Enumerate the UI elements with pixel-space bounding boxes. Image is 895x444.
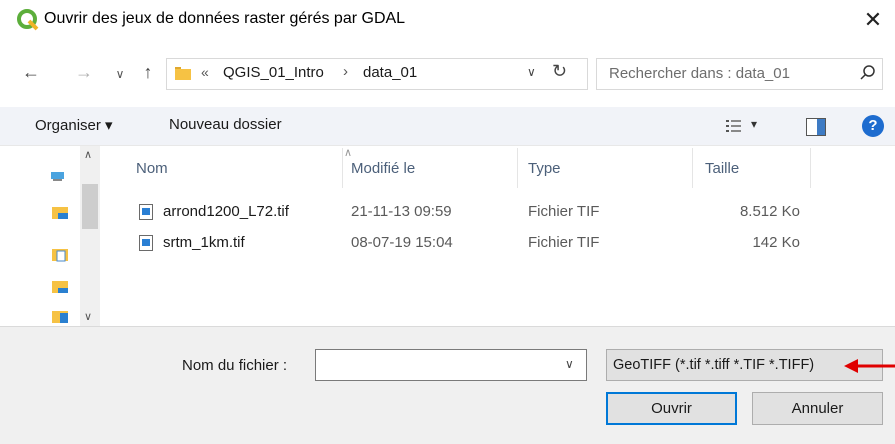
downloads-folder-icon[interactable] — [52, 278, 68, 294]
forward-arrow-icon[interactable]: → — [73, 62, 95, 83]
table-row[interactable]: arrond1200_L72.tif 21-11-13 09:59 Fichie… — [120, 199, 820, 225]
cancel-button[interactable]: Annuler — [752, 392, 883, 425]
chevron-down-icon: ▾ — [751, 117, 758, 131]
desktop-folder-icon[interactable] — [52, 204, 68, 220]
folder-icon — [175, 67, 191, 80]
breadcrumb-separator[interactable]: › — [343, 63, 348, 80]
file-size: 142 Ko — [752, 234, 800, 251]
file-type: Fichier TIF — [528, 203, 600, 220]
title-bar: Ouvrir des jeux de données raster gérés … — [0, 0, 895, 40]
file-name: srtm_1km.tif — [163, 234, 245, 251]
chevron-down-icon[interactable]: ∨ — [109, 67, 131, 81]
help-icon[interactable]: ? — [862, 115, 884, 137]
image-file-icon — [139, 235, 153, 251]
file-type: Fichier TIF — [528, 234, 600, 251]
column-separator[interactable] — [692, 148, 693, 188]
qgis-logo-icon — [17, 9, 39, 31]
filename-input[interactable] — [315, 349, 587, 381]
close-button[interactable]: ✕ — [858, 6, 888, 34]
refresh-icon[interactable]: ↻ — [552, 61, 567, 82]
organiser-button[interactable]: Organiser ▾ — [35, 116, 113, 134]
column-separator[interactable] — [517, 148, 518, 188]
details-view-icon — [726, 120, 741, 132]
chevron-down-icon[interactable]: ∨ — [565, 357, 574, 371]
command-toolbar: Organiser ▾ Nouveau dossier ▾ ? — [0, 107, 895, 146]
chevron-down-icon[interactable]: ∨ — [527, 65, 536, 79]
filename-label: Nom du fichier : — [182, 357, 288, 374]
breadcrumb-qgis-01-intro[interactable]: QGIS_01_Intro — [223, 64, 324, 81]
file-type-filter-value: GeoTIFF (*.tif *.tiff *.TIF *.TIFF) — [613, 357, 815, 373]
window-title: Ouvrir des jeux de données raster gérés … — [44, 10, 406, 27]
computer-icon[interactable] — [50, 166, 66, 182]
red-arrow-annotation-icon — [844, 359, 895, 373]
address-bar[interactable]: « QGIS_01_Intro › data_01 ∨ ↻ — [166, 58, 588, 90]
column-separator[interactable] — [810, 148, 811, 188]
sort-ascending-icon: ∧ — [344, 147, 353, 159]
music-folder-icon[interactable] — [52, 308, 68, 324]
search-input[interactable]: Rechercher dans : data_01 — [596, 58, 883, 90]
scrollbar-thumb[interactable] — [82, 184, 98, 229]
search-icon — [860, 65, 875, 80]
search-placeholder: Rechercher dans : data_01 — [609, 65, 790, 82]
file-modified: 08-07-19 15:04 — [351, 234, 453, 251]
back-arrow-icon[interactable]: ← — [20, 62, 42, 83]
file-size: 8.512 Ko — [739, 203, 800, 220]
scroll-up-icon[interactable]: ∧ — [84, 148, 92, 161]
up-arrow-icon[interactable]: ↑ — [137, 62, 159, 83]
column-modified[interactable]: Modifié le — [351, 160, 415, 177]
preview-pane-icon — [817, 119, 825, 135]
file-type-filter-select[interactable]: GeoTIFF (*.tif *.tiff *.TIF *.TIFF) — [606, 349, 883, 381]
column-type[interactable]: Type — [528, 160, 561, 177]
file-modified: 21-11-13 09:59 — [351, 203, 452, 220]
view-options-button[interactable]: ▾ — [726, 117, 766, 137]
documents-folder-icon[interactable] — [52, 246, 68, 262]
file-name: arrond1200_L72.tif — [163, 203, 289, 220]
column-size[interactable]: Taille — [705, 160, 739, 177]
column-header: Nom ∧ Modifié le Type Taille — [120, 147, 860, 188]
table-row[interactable]: srtm_1km.tif 08-07-19 15:04 Fichier TIF … — [120, 230, 820, 256]
column-name[interactable]: Nom — [136, 160, 168, 177]
preview-pane-button[interactable] — [806, 118, 826, 136]
image-file-icon — [139, 204, 153, 220]
bottom-panel: Nom du fichier : ∨ GeoTIFF (*.tif *.tiff… — [0, 326, 895, 444]
new-folder-button[interactable]: Nouveau dossier — [169, 116, 282, 133]
breadcrumb-overflow[interactable]: « — [201, 64, 209, 80]
scroll-down-icon[interactable]: ∨ — [84, 310, 92, 323]
breadcrumb-data-01[interactable]: data_01 — [363, 64, 417, 81]
open-button[interactable]: Ouvrir — [606, 392, 737, 425]
navigation-scrollbar[interactable] — [80, 146, 100, 326]
column-separator[interactable] — [342, 148, 343, 188]
